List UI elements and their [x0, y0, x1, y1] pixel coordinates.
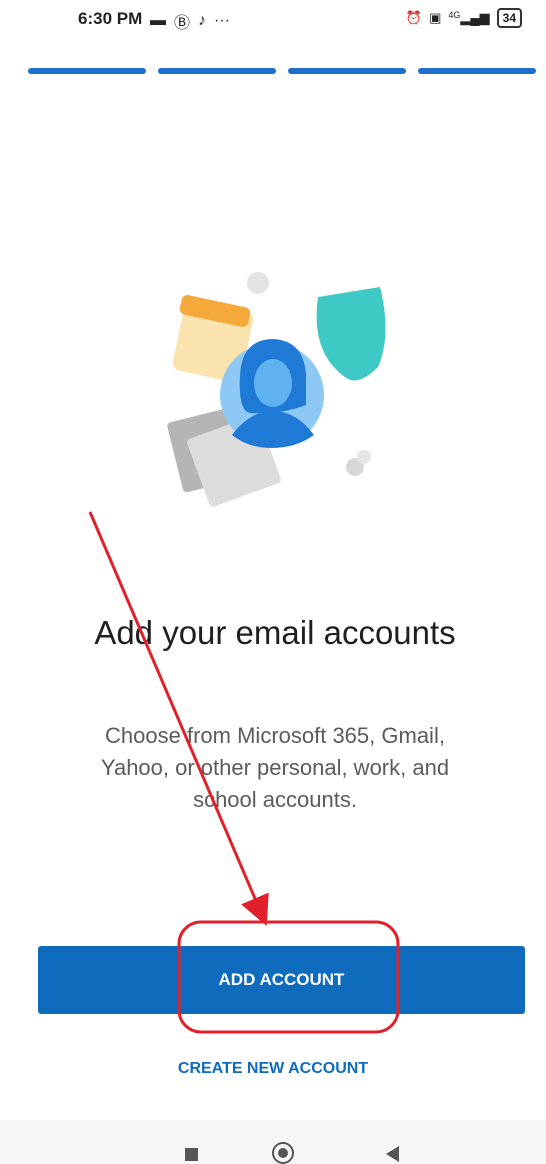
- status-time: 6:30 PM: [78, 9, 143, 28]
- add-account-button[interactable]: ADD ACCOUNT: [38, 946, 525, 1014]
- page-subtitle: Choose from Microsoft 365, Gmail, Yahoo,…: [100, 723, 450, 812]
- status-bar: 6:30 PM ▬ Ⓑ ♪ ··· ⏰ ▣ 4G▂▄▆ 34: [0, 0, 546, 44]
- accounts-illustration: [167, 272, 386, 507]
- progress-segment: [418, 68, 536, 74]
- volte-icon: ▣: [429, 10, 442, 25]
- decor-dot-icon: [357, 450, 371, 464]
- progress-segment: [288, 68, 406, 74]
- message-icon: ▬: [150, 12, 166, 29]
- decor-dot-icon: [247, 272, 269, 294]
- home-icon[interactable]: [272, 1142, 294, 1164]
- create-new-account-link[interactable]: CREATE NEW ACCOUNT: [0, 1060, 546, 1078]
- network-label: 4G: [448, 10, 461, 20]
- back-icon[interactable]: [386, 1146, 399, 1162]
- progress-segment: [28, 68, 146, 74]
- annotation-arrow: [88, 511, 269, 927]
- recents-icon[interactable]: [185, 1148, 198, 1161]
- system-icons: ⏰ ▣ 4G▂▄▆ 34: [406, 8, 522, 28]
- b-circle-icon: Ⓑ: [174, 15, 191, 32]
- alarm-icon: ⏰: [405, 10, 423, 25]
- page-title: Add your email accounts: [94, 614, 456, 651]
- battery-icon: 34: [496, 8, 522, 28]
- progress-segment: [158, 68, 276, 74]
- more-dots-icon: ···: [214, 12, 230, 29]
- onboarding-progress: [28, 68, 536, 74]
- tiktok-icon: ♪: [198, 12, 207, 29]
- shield-icon: [316, 287, 386, 381]
- signal-icon: 4G▂▄▆: [448, 10, 490, 25]
- notification-icons: ▬ Ⓑ ♪ ···: [150, 9, 230, 33]
